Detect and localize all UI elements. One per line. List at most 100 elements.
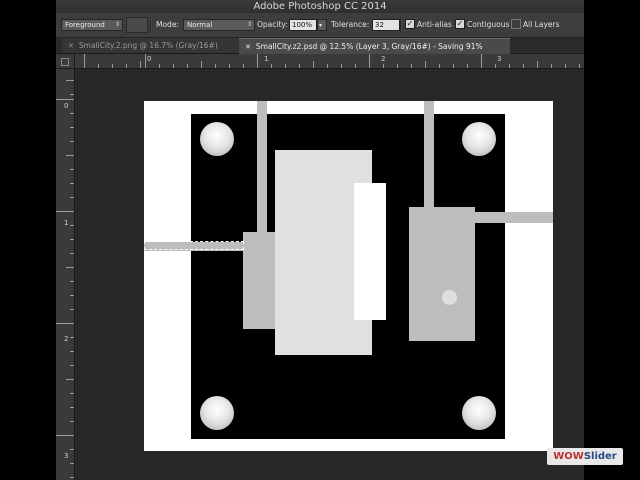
mode-dropdown[interactable]: Normal ⇕: [183, 19, 255, 31]
mode-value: Normal: [187, 21, 213, 29]
ruler-tick: [70, 295, 74, 296]
ruler-tick: [229, 64, 230, 68]
ruler-label: 1: [64, 219, 69, 227]
tool-options-bar: Foreground ⇕ Mode: Normal ⇕ Opacity: 100…: [56, 13, 584, 38]
ruler-tick: [411, 64, 412, 68]
ruler-tick: [84, 54, 85, 68]
ruler-tick: [70, 463, 74, 464]
close-icon[interactable]: ✕: [245, 43, 251, 51]
ruler-tick: [70, 337, 74, 338]
ruler-tick: [397, 64, 398, 68]
ruler-tick: [369, 54, 370, 68]
ruler-tick: [551, 64, 552, 68]
ruler-tick: [579, 64, 580, 68]
tolerance-input[interactable]: 32: [372, 19, 400, 31]
tab-smallcity-psd[interactable]: ✕ SmallCity.z2.psd @ 12.5% (Layer 3, Gray…: [239, 38, 510, 54]
ruler-tick: [70, 449, 74, 450]
vertical-ruler[interactable]: 0 1 2 3: [56, 69, 75, 480]
ruler-origin-icon: [61, 58, 69, 66]
watermark-part1: WOW: [553, 451, 584, 462]
ruler-tick: [70, 393, 74, 394]
tab-smallcity-png[interactable]: ✕ SmallCity.2.png @ 16.7% (Gray/16#): [62, 38, 245, 53]
ruler-tick: [70, 127, 74, 128]
ruler-tick: [271, 64, 272, 68]
ruler-tick: [313, 61, 314, 68]
pattern-swatch[interactable]: [126, 17, 148, 33]
ruler-tick: [70, 421, 74, 422]
ruler-tick: [70, 169, 74, 170]
right-horizontal-pipe: [474, 212, 553, 223]
contiguous-checkbox[interactable]: ✓: [455, 19, 465, 29]
ruler-tick: [173, 64, 174, 68]
ruler-tick: [299, 64, 300, 68]
corner-circle: [200, 396, 234, 430]
ruler-label: 2: [381, 55, 386, 63]
ruler-tick: [70, 477, 74, 478]
left-block: [243, 232, 276, 329]
ruler-tick: [98, 64, 99, 68]
preset-dropdown[interactable]: Foreground ⇕: [61, 19, 123, 31]
ruler-tick: [495, 64, 496, 68]
ruler-tick: [439, 64, 440, 68]
ruler-tick: [70, 365, 74, 366]
ruler-tick: [355, 64, 356, 68]
opacity-input[interactable]: 100%: [289, 19, 317, 31]
ruler-corner[interactable]: [56, 54, 75, 69]
ruler-tick: [56, 435, 74, 436]
ruler-label: 3: [497, 55, 502, 63]
anti-alias-checkbox[interactable]: ✓: [405, 19, 415, 29]
ruler-tick: [70, 351, 74, 352]
ruler-tick: [70, 407, 74, 408]
vertical-pipe-left: [257, 101, 267, 234]
ruler-tick: [467, 64, 468, 68]
ruler-tick: [70, 253, 74, 254]
ruler-tick: [66, 80, 74, 81]
ruler-tick: [327, 64, 328, 68]
ruler-tick: [70, 94, 74, 95]
ruler-tick: [201, 61, 202, 68]
ruler-tick: [70, 281, 74, 282]
ruler-tick: [66, 155, 74, 156]
marching-ants-selection[interactable]: [144, 241, 244, 250]
ruler-tick: [481, 54, 482, 68]
ruler-tick: [70, 225, 74, 226]
app-title: Adobe Photoshop CC 2014: [253, 1, 387, 12]
ruler-tick: [70, 309, 74, 310]
ruler-tick: [70, 113, 74, 114]
divider: [150, 17, 152, 33]
horizontal-ruler[interactable]: 0 1 2 3: [75, 54, 584, 69]
ruler-tick: [70, 197, 74, 198]
contiguous-label: Contiguous: [467, 20, 510, 29]
ruler-tick: [145, 54, 146, 68]
mode-label: Mode:: [156, 20, 179, 29]
all-layers-checkbox[interactable]: [511, 19, 521, 29]
ruler-tick: [187, 64, 188, 68]
preset-value: Foreground: [65, 21, 105, 29]
canvas-workspace[interactable]: [75, 69, 584, 480]
ruler-label: 2: [64, 335, 69, 343]
ruler-label: 1: [264, 55, 269, 63]
vertical-pipe-right: [424, 101, 434, 209]
opacity-label: Opacity:: [257, 20, 288, 29]
title-bar: Adobe Photoshop CC 2014: [56, 0, 584, 13]
ruler-tick: [140, 61, 141, 68]
document-canvas[interactable]: [144, 101, 553, 451]
ruler-tick: [112, 64, 113, 68]
ruler-tick: [243, 64, 244, 68]
anti-alias-label: Anti-alias: [417, 20, 452, 29]
corner-circle: [200, 122, 234, 156]
corner-circle: [462, 396, 496, 430]
ruler-tick: [453, 64, 454, 68]
wowslider-watermark: WOWSlider: [547, 448, 623, 465]
chevron-updown-icon: ⇕: [114, 21, 120, 28]
ruler-tick: [56, 99, 74, 100]
opacity-dropdown[interactable]: ▾: [317, 19, 327, 31]
ruler-tick: [159, 64, 160, 68]
ruler-label: 0: [147, 55, 152, 63]
ruler-label: 0: [64, 102, 69, 110]
ruler-tick: [70, 141, 74, 142]
photoshop-window: Adobe Photoshop CC 2014 Foreground ⇕ Mod…: [56, 0, 584, 480]
ruler-tick: [341, 64, 342, 68]
tolerance-label: Tolerance:: [331, 20, 370, 29]
close-icon[interactable]: ✕: [68, 42, 74, 50]
